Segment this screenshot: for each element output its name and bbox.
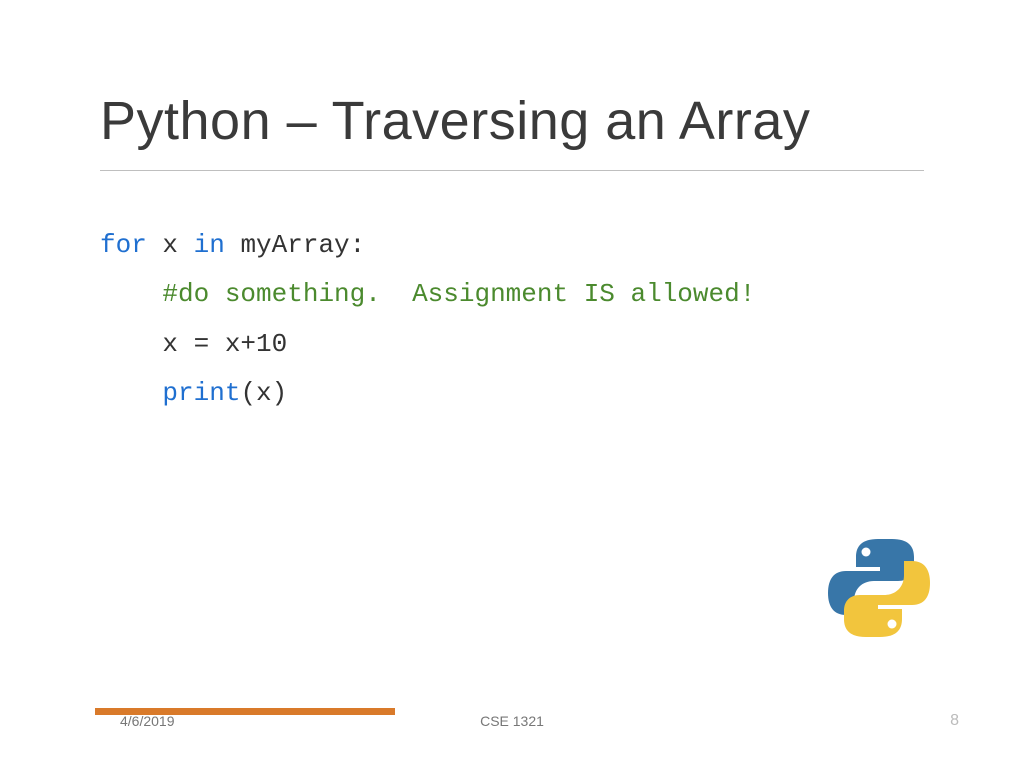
footer-page-number: 8 [950, 712, 959, 730]
code-text: (x) [240, 378, 287, 408]
code-text: x [147, 230, 194, 260]
slide: Python – Traversing an Array for x in my… [0, 0, 1024, 768]
indent [100, 329, 162, 359]
code-comment: #do something. Assignment IS allowed! [162, 279, 755, 309]
footer-course: CSE 1321 [480, 713, 544, 729]
code-text: myArray: [225, 230, 365, 260]
code-line-3: x = x+10 [100, 320, 924, 369]
slide-footer: 4/6/2019 CSE 1321 8 [0, 696, 1024, 746]
code-line-4: print(x) [100, 369, 924, 418]
footer-date: 4/6/2019 [120, 713, 175, 729]
code-text: x = x+10 [162, 329, 287, 359]
code-block: for x in myArray: #do something. Assignm… [100, 221, 924, 419]
builtin-print: print [162, 378, 240, 408]
keyword-for: for [100, 230, 147, 260]
code-line-1: for x in myArray: [100, 221, 924, 270]
slide-title: Python – Traversing an Array [100, 90, 924, 171]
code-line-2: #do something. Assignment IS allowed! [100, 270, 924, 319]
indent [100, 279, 162, 309]
keyword-in: in [194, 230, 225, 260]
python-logo-icon [824, 533, 934, 648]
indent [100, 378, 162, 408]
